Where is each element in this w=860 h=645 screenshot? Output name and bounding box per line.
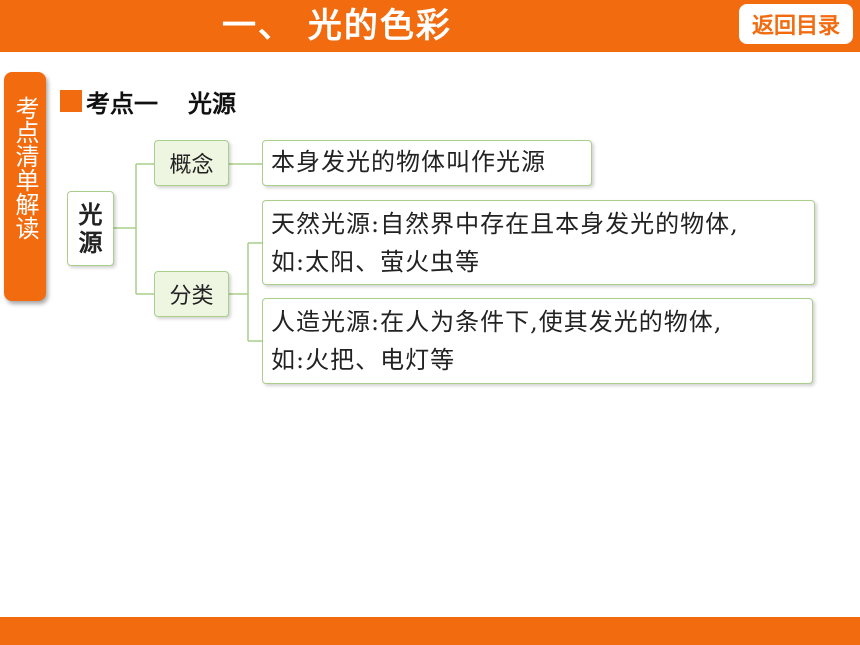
- concept-label: 概念: [154, 140, 229, 186]
- mindmap-root: 光源: [67, 191, 114, 266]
- concept-definition: 本身发光的物体叫作光源: [262, 140, 592, 186]
- natural-light-source: 天然光源:自然界中存在且本身发光的物体, 如:太阳、萤火虫等: [262, 200, 815, 285]
- classification-label: 分类: [154, 271, 229, 317]
- footer-bar: [0, 617, 860, 645]
- artificial-light-source: 人造光源:在人为条件下,使其发光的物体, 如:火把、电灯等: [262, 298, 813, 384]
